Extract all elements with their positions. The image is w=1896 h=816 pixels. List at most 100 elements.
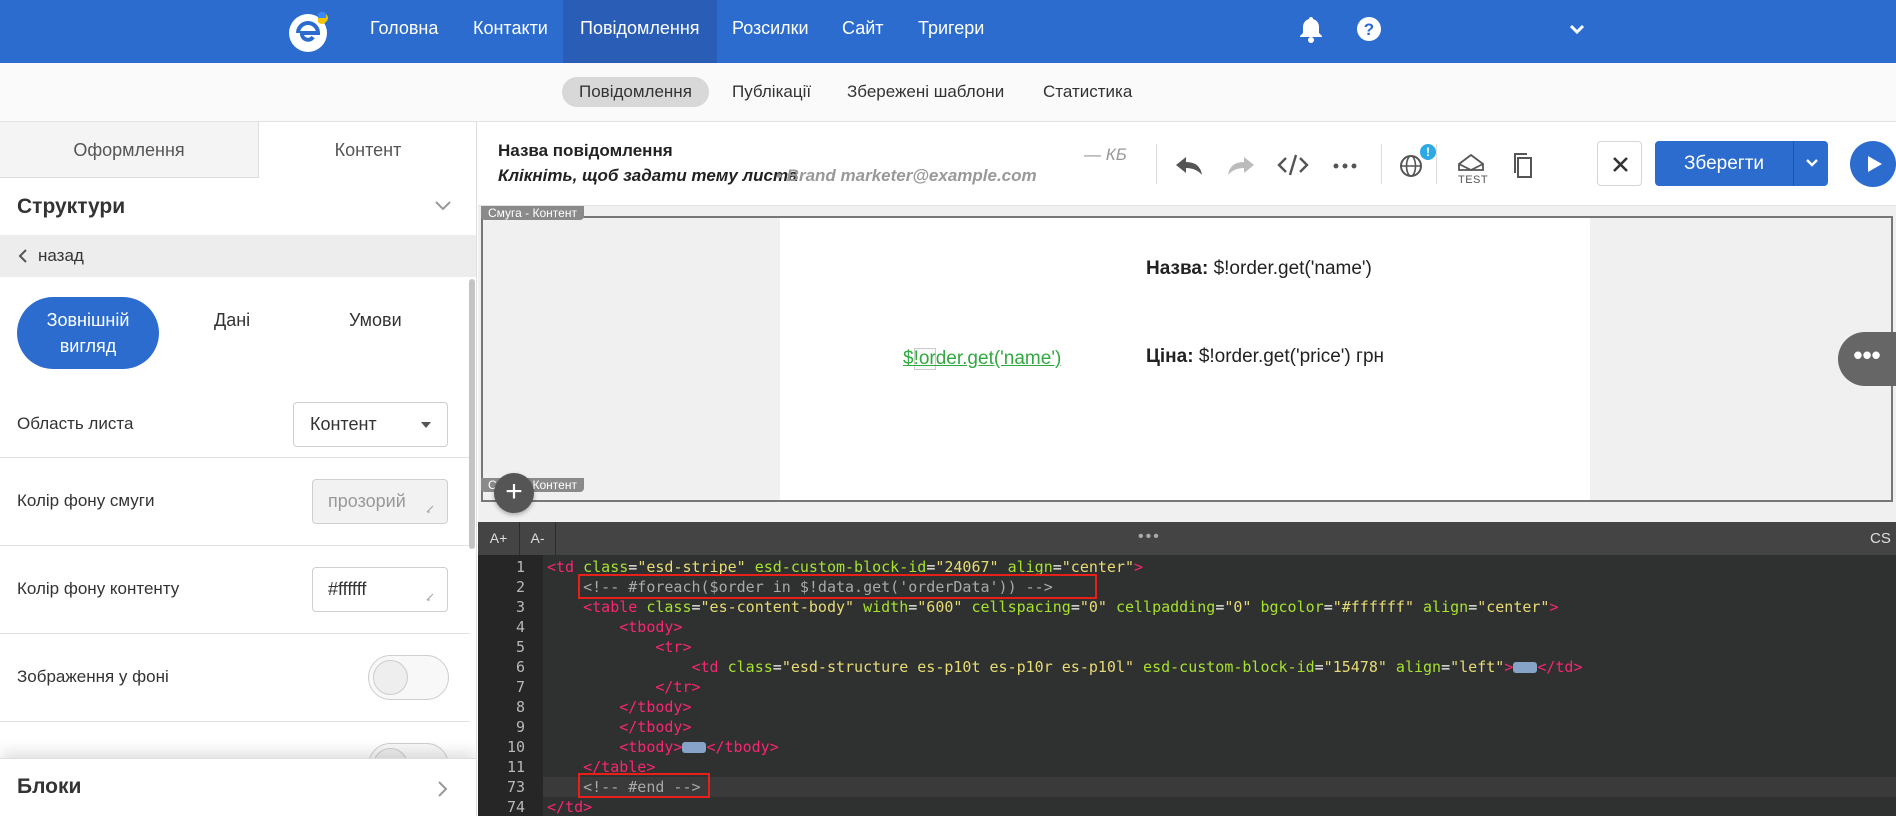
nav-home[interactable]: Головна bbox=[353, 0, 455, 63]
blocks-section[interactable]: Блоки bbox=[0, 758, 476, 816]
code-line[interactable]: <tbody> </tbody> bbox=[547, 737, 778, 757]
line-number: 10 bbox=[506, 738, 525, 756]
close-button[interactable] bbox=[1597, 141, 1642, 186]
font-decrease-button[interactable]: A- bbox=[520, 522, 556, 555]
stripe-bg-color-field[interactable]: прозорий bbox=[312, 479, 448, 524]
panel-scrollbar[interactable] bbox=[469, 279, 475, 549]
left-settings-panel: Оформлення Контент Структури назад Зовні… bbox=[0, 122, 477, 816]
help-icon[interactable]: ? bbox=[1354, 14, 1384, 44]
preview-play-button[interactable] bbox=[1850, 141, 1896, 187]
code-editor-toolbar: A+ A- ••• CS bbox=[478, 522, 1896, 555]
test-label: TEST bbox=[1458, 174, 1489, 186]
line-number: 74 bbox=[506, 798, 525, 816]
chevron-down-icon[interactable] bbox=[433, 199, 453, 213]
code-line[interactable]: </td> bbox=[547, 797, 592, 816]
order-name-text: Назва: $!order.get('name') bbox=[1146, 258, 1372, 280]
resize-handle[interactable]: ••• bbox=[1138, 528, 1161, 546]
chevron-down-icon bbox=[1806, 159, 1818, 167]
structures-title: Структури bbox=[17, 195, 126, 218]
code-line[interactable]: </tr> bbox=[547, 677, 700, 697]
caret-down-icon bbox=[421, 422, 431, 428]
line-number: 11 bbox=[506, 758, 525, 776]
add-block-button[interactable]: + bbox=[494, 473, 534, 513]
content-bg-row: Колір фону контенту #ffffff bbox=[0, 545, 470, 633]
code-line[interactable]: <tr> bbox=[547, 637, 691, 657]
stripe-bg-color-value: прозорий bbox=[328, 491, 406, 511]
toolbar-divider bbox=[1436, 144, 1437, 184]
line-number: 2 bbox=[515, 578, 525, 596]
top-navigation: Головна Контакти Повідомлення Розсилки С… bbox=[0, 0, 1896, 63]
save-button[interactable]: Зберегти bbox=[1655, 141, 1793, 186]
html-code-editor[interactable]: 1234567891011737475 <td class="esd-strip… bbox=[478, 555, 1896, 816]
stripe-label-top: Смуга - Контент bbox=[481, 206, 584, 220]
line-number: 7 bbox=[515, 678, 525, 696]
bg-image-label: Зображення у фоні bbox=[17, 667, 169, 686]
code-line[interactable]: </tbody> bbox=[547, 717, 691, 737]
editor-toolbar: Назва повідомлення Клікніть, щоб задати … bbox=[478, 122, 1896, 206]
code-line[interactable]: <td class="esd-structure es-p10t es-p10r… bbox=[547, 657, 1583, 677]
line-number: 1 bbox=[515, 558, 525, 576]
tab-conditions[interactable]: Умови bbox=[349, 310, 402, 331]
nav-site[interactable]: Сайт bbox=[825, 0, 901, 63]
tab-data[interactable]: Дані bbox=[214, 310, 250, 331]
font-increase-button[interactable]: A+ bbox=[478, 522, 520, 555]
subject-field[interactable]: Клікніть, щоб задати тему листа bbox=[498, 166, 798, 186]
message-name[interactable]: Назва повідомлення bbox=[498, 141, 673, 161]
stripe-bg-label: Колір фону смуги bbox=[17, 491, 155, 510]
line-number: 73 bbox=[506, 778, 525, 796]
toolbar-divider bbox=[1156, 144, 1157, 184]
code-line[interactable]: <!-- #end --> bbox=[543, 777, 1896, 797]
bg-image-row: Зображення у фоні bbox=[0, 633, 470, 721]
save-options-button[interactable] bbox=[1793, 141, 1828, 186]
line-number: 6 bbox=[515, 658, 525, 676]
tab-content[interactable]: Контент bbox=[259, 122, 476, 178]
esputnik-logo-icon[interactable] bbox=[286, 8, 332, 54]
sender-address[interactable]: • Brand marketer@example.com bbox=[776, 166, 1037, 186]
line-number: 9 bbox=[515, 718, 525, 736]
product-name-link[interactable]: $!order.get('name') bbox=[903, 348, 1061, 370]
svg-text:?: ? bbox=[1364, 20, 1374, 39]
toolbar-divider bbox=[1381, 144, 1382, 184]
nav-triggers[interactable]: Тригери bbox=[901, 0, 1001, 63]
subnav-publications[interactable]: Публікації bbox=[732, 77, 811, 107]
code-icon[interactable] bbox=[1276, 149, 1310, 181]
back-label: назад bbox=[38, 246, 84, 265]
content-bg-color-field[interactable]: #ffffff bbox=[312, 567, 448, 612]
redo-icon[interactable] bbox=[1224, 149, 1258, 181]
css-tab[interactable]: CS bbox=[1870, 530, 1891, 547]
tab-design[interactable]: Оформлення bbox=[0, 122, 259, 178]
code-line[interactable]: <table class="es-content-body" width="60… bbox=[547, 597, 1558, 617]
price-label: Ціна: bbox=[1146, 346, 1194, 367]
area-select-value: Контент bbox=[310, 414, 377, 434]
toggle-knob bbox=[373, 660, 408, 695]
email-content-body[interactable]: $!order.get('name') Назва: $!order.get('… bbox=[780, 218, 1590, 500]
close-icon bbox=[1613, 157, 1628, 172]
message-size: — КБ bbox=[1084, 145, 1127, 164]
price-value: $!order.get('price') грн bbox=[1198, 346, 1385, 367]
color-picker-icon bbox=[426, 505, 434, 513]
line-number: 8 bbox=[515, 698, 525, 716]
subnav-statistics[interactable]: Статистика bbox=[1043, 77, 1132, 107]
undo-icon[interactable] bbox=[1172, 149, 1206, 181]
name-value: $!order.get('name') bbox=[1213, 258, 1372, 279]
nav-campaigns[interactable]: Розсилки bbox=[715, 0, 826, 63]
code-line[interactable]: <tbody> bbox=[547, 617, 682, 637]
line-number: 5 bbox=[515, 638, 525, 656]
bell-icon[interactable] bbox=[1296, 14, 1326, 44]
more-options-button[interactable]: ••• bbox=[1838, 332, 1896, 386]
area-select[interactable]: Контент bbox=[293, 402, 448, 447]
code-line[interactable]: </tbody> bbox=[547, 697, 691, 717]
more-icon[interactable] bbox=[1328, 149, 1362, 181]
nav-messages[interactable]: Повідомлення bbox=[563, 0, 717, 63]
back-button[interactable]: назад bbox=[0, 235, 476, 277]
tab-appearance[interactable]: Зовнішній вигляд bbox=[17, 297, 159, 369]
nav-contacts[interactable]: Контакти bbox=[456, 0, 565, 63]
play-icon bbox=[1868, 156, 1882, 172]
foreach-highlight bbox=[578, 574, 1097, 599]
bg-image-toggle[interactable] bbox=[368, 655, 449, 700]
notification-badge: ! bbox=[1420, 144, 1436, 160]
subnav-messages[interactable]: Повідомлення bbox=[562, 77, 709, 107]
subnav-saved-templates[interactable]: Збережені шаблони bbox=[847, 77, 1004, 107]
chevron-down-icon[interactable] bbox=[1562, 14, 1592, 44]
copy-icon[interactable] bbox=[1506, 149, 1540, 181]
